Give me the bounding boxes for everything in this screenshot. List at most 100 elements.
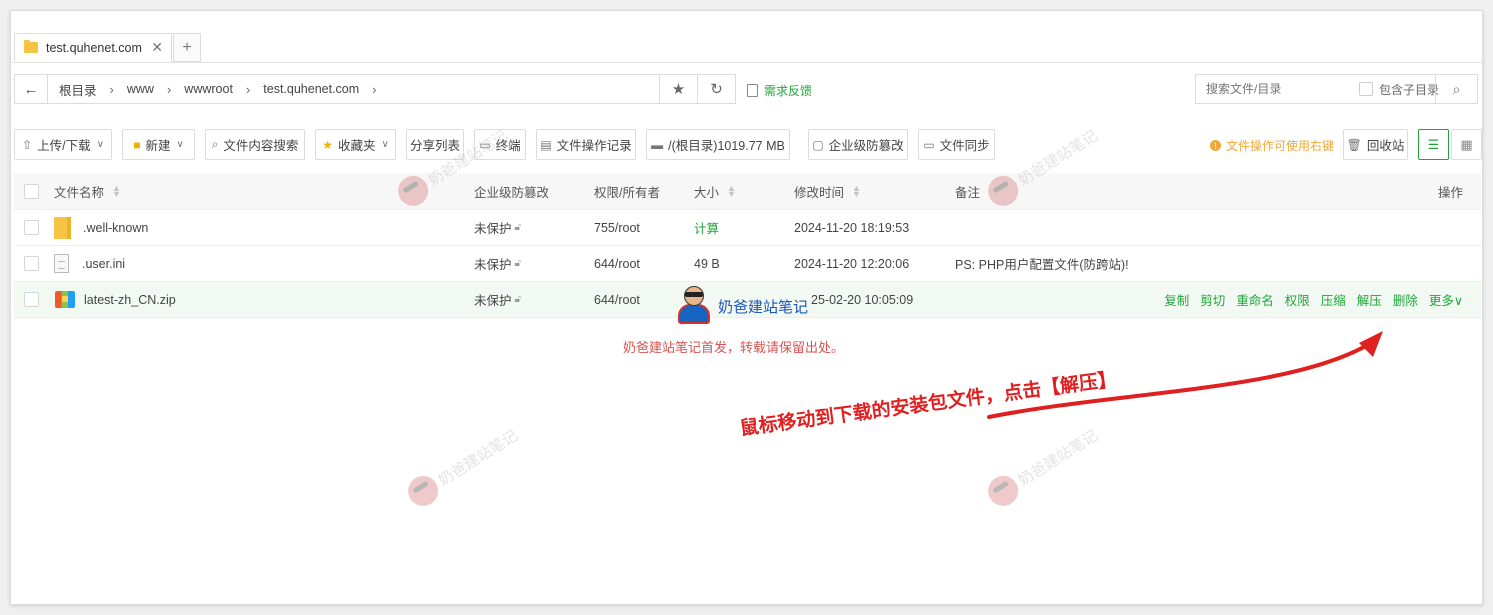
tab-title: test.quhenet.com: [46, 40, 142, 55]
brand-watermark-text: 奶爸建站笔记: [718, 298, 809, 316]
note-cell[interactable]: PS: PHP用户配置文件(防跨站)!: [955, 254, 1129, 273]
file-name-cell[interactable]: latest-zh_CN.zip: [54, 291, 176, 308]
row-checkbox[interactable]: [24, 256, 39, 271]
search-icon: ⌕: [211, 137, 219, 151]
protect-cell[interactable]: 未保护 🔓︎: [474, 290, 521, 309]
tab-test-quhenet[interactable]: test.quhenet.com ✕: [14, 33, 172, 62]
include-subdir-label: 包含子目录: [1379, 82, 1440, 97]
header-time[interactable]: 修改时间 ▲ ▼: [794, 182, 861, 201]
header-protect: 企业级防篡改: [474, 185, 550, 200]
header-ops: 操作: [1437, 185, 1463, 200]
perm-cell[interactable]: 644/root: [594, 257, 640, 271]
perm-cell[interactable]: 755/root: [594, 221, 640, 235]
favorites-button[interactable]: ★ 收藏夹 ∨: [315, 129, 396, 160]
extract-button[interactable]: 解压: [1357, 290, 1382, 309]
toolbar: ⇧ 上传/下载 ∨ ■ 新建 ∨ ⌕ 文件内容搜索 ★ 收藏夹 ∨ 分享列表 ▭…: [14, 129, 1482, 160]
unlock-icon: 🔓︎: [514, 222, 521, 233]
chevron-down-icon: ∨: [176, 139, 184, 150]
protect-cell[interactable]: 未保护 🔓︎: [474, 254, 521, 273]
size-calc-link[interactable]: 计算: [694, 218, 719, 237]
refresh-icon[interactable]: ↻: [697, 75, 735, 103]
feedback-icon: [747, 84, 758, 97]
chevron-down-icon: ∨: [1453, 294, 1463, 308]
feedback-link[interactable]: 需求反馈: [747, 82, 812, 99]
header-perm: 权限/所有者: [594, 185, 660, 200]
grid-view-button[interactable]: ▦: [1451, 129, 1482, 160]
unlock-icon: 🔓︎: [514, 258, 521, 269]
list-view-button[interactable]: ☰: [1418, 129, 1449, 160]
back-button[interactable]: ←: [15, 75, 48, 103]
header-size[interactable]: 大小 ▲ ▼: [694, 182, 736, 201]
content-search-button[interactable]: ⌕ 文件内容搜索: [205, 129, 305, 160]
star-icon[interactable]: ★: [659, 75, 697, 103]
file-name: .user.ini: [82, 256, 126, 271]
search-input[interactable]: [1206, 82, 1356, 96]
table-row[interactable]: .user.ini 未保护 🔓︎ 644/root 49 B 2024-11-20…: [14, 246, 1481, 282]
header-name[interactable]: 文件名称 ▲ ▼: [54, 182, 121, 201]
close-icon[interactable]: ✕: [151, 39, 163, 56]
chevron-down-icon: ∨: [96, 139, 104, 150]
new-button[interactable]: ■ 新建 ∨: [122, 129, 195, 160]
upload-label: 上传/下载: [37, 139, 91, 153]
row-actions: 复制 剪切 重命名 权限 压缩 解压 删除 更多∨: [1153, 290, 1463, 309]
sort-icon: ▲ ▼: [112, 183, 121, 199]
row-checkbox[interactable]: [24, 292, 39, 307]
row-checkbox[interactable]: [24, 220, 39, 235]
sync-folder-icon: ▭: [923, 137, 935, 152]
more-button[interactable]: 更多∨: [1429, 290, 1463, 309]
chevron-right-icon: ›: [372, 81, 377, 97]
chevron-right-icon: ›: [166, 81, 172, 97]
brand-mascot-icon: [676, 286, 712, 326]
file-name-cell[interactable]: .well-known: [54, 216, 148, 239]
search-box: 包含子目录 ⌕: [1195, 74, 1478, 104]
content-search-label: 文件内容搜索: [223, 139, 299, 153]
shield-icon: ▢: [812, 137, 824, 152]
op-log-button[interactable]: ▤ 文件操作记录: [536, 129, 636, 160]
rename-button[interactable]: 重命名: [1236, 290, 1274, 309]
folder-icon: [54, 216, 71, 239]
time-cell: 2024-11-20 18:19:53: [794, 220, 910, 235]
disk-button[interactable]: ▬ /(根目录)1019.77 MB: [646, 129, 790, 160]
recycle-bin-button[interactable]: 🗑 回收站: [1343, 129, 1408, 160]
breadcrumb: 根目录 › www › wwwroot › test.quhenet.com ›: [48, 75, 659, 103]
table-row[interactable]: .well-known 未保护 🔓︎ 755/root 计算 2024-11-20…: [14, 210, 1481, 246]
new-label: 新建: [145, 139, 171, 153]
permission-button[interactable]: 权限: [1285, 290, 1310, 309]
recycle-label: 回收站: [1366, 139, 1405, 153]
copy-button[interactable]: 复制: [1164, 290, 1189, 309]
compress-button[interactable]: 压缩: [1321, 290, 1346, 309]
sync-label: 文件同步: [939, 139, 990, 153]
list-view-icon: ☰: [1427, 136, 1440, 152]
folder-icon: [24, 40, 38, 53]
crumb-site[interactable]: test.quhenet.com: [263, 82, 359, 96]
crumb-wwwroot[interactable]: wwwroot: [184, 82, 233, 96]
include-subdir-checkbox[interactable]: 包含子目录: [1359, 81, 1439, 98]
delete-button[interactable]: 删除: [1393, 290, 1418, 309]
file-icon: [54, 254, 69, 273]
protect-cell[interactable]: 未保护 🔓︎: [474, 218, 521, 237]
grid-view-icon: ▦: [1460, 136, 1473, 152]
search-icon[interactable]: ⌕: [1435, 75, 1477, 103]
perm-cell[interactable]: 644/root: [594, 293, 640, 307]
time-cell: 25-02-20 10:05:09: [811, 292, 914, 307]
chevron-right-icon: ›: [109, 81, 114, 97]
tamper-label: 企业级防篡改: [828, 139, 904, 153]
right-click-hint: ! 文件操作可使用右键: [1210, 137, 1334, 154]
tamper-button[interactable]: ▢ 企业级防篡改: [808, 129, 908, 160]
new-tab-button[interactable]: +: [173, 33, 201, 62]
select-all-checkbox[interactable]: [24, 183, 39, 199]
file-name-cell[interactable]: .user.ini: [54, 254, 125, 273]
zip-archive-icon: [55, 291, 75, 308]
upload-download-button[interactable]: ⇧ 上传/下载 ∨: [14, 129, 112, 160]
address-bar: ← 根目录 › www › wwwroot › test.quhenet.com…: [14, 74, 736, 104]
crumb-root[interactable]: 根目录: [59, 80, 97, 99]
disk-icon: ▬: [651, 137, 664, 152]
favorites-label: 收藏夹: [337, 139, 376, 153]
chevron-right-icon: ›: [245, 81, 251, 97]
crumb-www[interactable]: www: [127, 82, 154, 96]
hint-text: 文件操作可使用右键: [1226, 139, 1335, 153]
chevron-down-icon: ∨: [381, 139, 389, 150]
trash-icon: 🗑: [1346, 137, 1362, 152]
sync-button[interactable]: ▭ 文件同步: [918, 129, 995, 160]
cut-button[interactable]: 剪切: [1200, 290, 1225, 309]
